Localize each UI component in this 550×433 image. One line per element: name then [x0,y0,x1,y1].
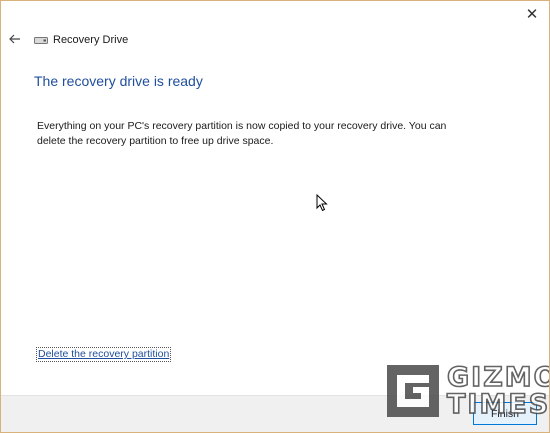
description-text: Everything on your PC's recovery partiti… [37,120,447,147]
recovery-drive-window: ✕ Recovery Drive The recovery drive is r… [0,0,550,433]
close-button[interactable]: ✕ [521,4,543,24]
watermark-line2: TIMES [446,389,550,420]
page-title: The recovery drive is ready [34,73,203,89]
gizmotimes-logo-icon [387,365,439,417]
watermark: GIZMO TIMES [385,362,550,420]
close-icon: ✕ [525,6,539,23]
drive-icon [34,36,48,44]
watermark-line1: GIZMO [446,362,550,393]
arrow-left-icon [9,34,20,44]
delete-recovery-partition-link[interactable]: Delete the recovery partition [36,347,172,362]
back-button[interactable] [7,31,23,47]
window-title: Recovery Drive [53,34,129,46]
window-title-row: Recovery Drive [34,34,128,46]
mouse-cursor-icon [316,194,328,212]
